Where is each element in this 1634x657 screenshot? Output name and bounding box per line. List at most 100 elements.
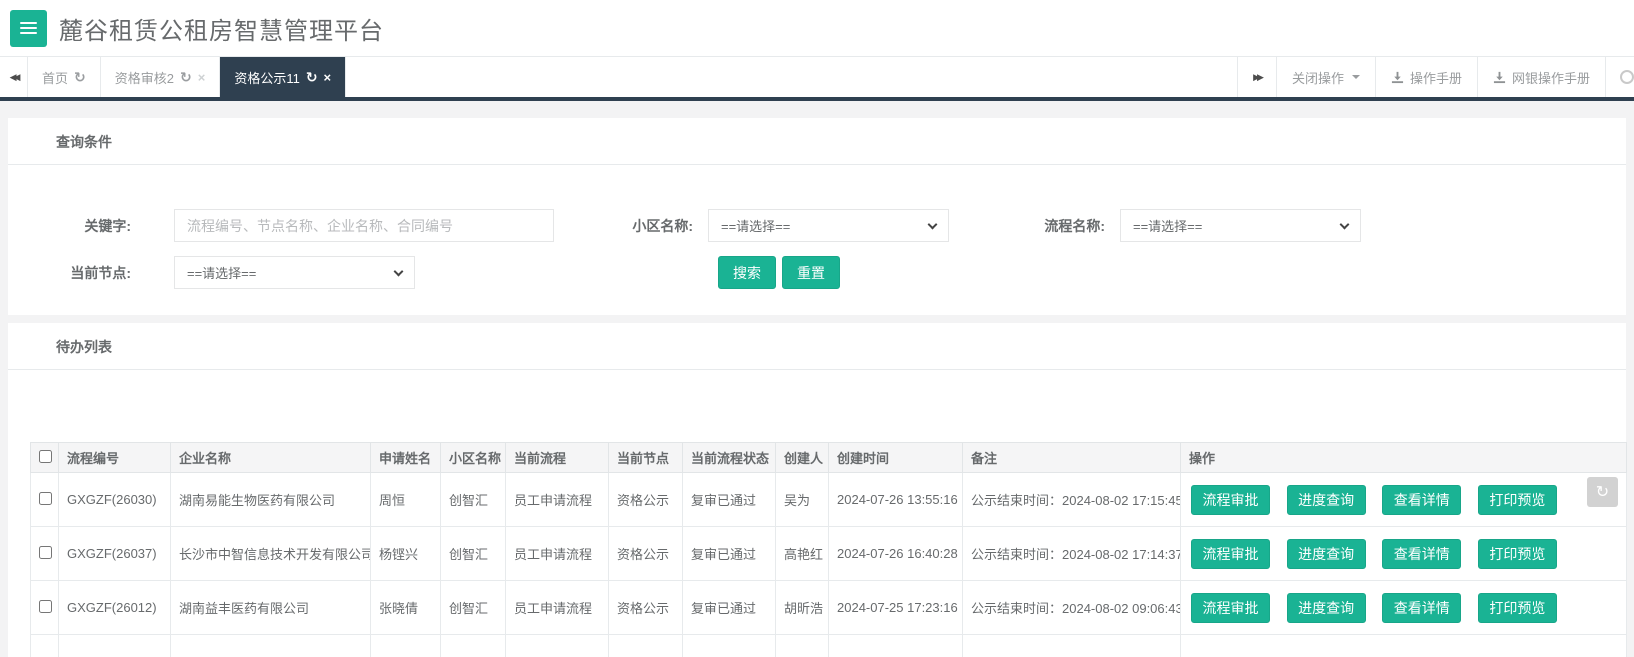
- node-select[interactable]: ==请选择==: [174, 256, 415, 289]
- tab-label: 资格公示11: [234, 70, 300, 86]
- tab-qualification-publicity[interactable]: 资格公示11 ↻ ×: [220, 57, 347, 97]
- todo-panel-title: 待办列表: [8, 323, 1626, 370]
- cell-current-flow: 员工申请流程: [505, 472, 609, 527]
- refresh-icon[interactable]: ↻: [74, 69, 86, 86]
- cell-company: 湖南益丰医药有限公司: [170, 580, 371, 635]
- progress-query-button[interactable]: 进度查询: [1286, 592, 1366, 623]
- col-actions: 操作: [1180, 442, 1627, 473]
- cell-flow-code: GXGZF(26012): [58, 580, 171, 635]
- select-all-checkbox[interactable]: [39, 449, 52, 463]
- keyword-input[interactable]: [174, 209, 554, 242]
- refresh-icon[interactable]: ↻: [180, 69, 192, 86]
- tab-bar: ◀◀ 首页 ↻ 资格审核2 ↻ × 资格公示11 ↻ × ▶▶ 关闭操作 操作手…: [0, 56, 1634, 101]
- close-icon[interactable]: ×: [198, 70, 206, 85]
- cell-flow-status: 复审已通过: [682, 526, 776, 581]
- scroll-tabs-left-button[interactable]: ◀◀: [0, 57, 28, 97]
- flow-approve-button[interactable]: 流程审批: [1191, 538, 1270, 569]
- row-checkbox[interactable]: [39, 599, 52, 613]
- progress-query-button[interactable]: 进度查询: [1286, 484, 1366, 515]
- community-select[interactable]: ==请选择==: [708, 209, 949, 242]
- cell-applicant: 杨铿兴: [370, 526, 441, 581]
- flow-approve-button[interactable]: 流程审批: [1191, 592, 1270, 623]
- tabbar-right-controls: ▶▶ 关闭操作 操作手册 网银操作手册: [1237, 57, 1634, 97]
- chevron-down-icon: [393, 266, 404, 277]
- cell-community: 创智汇: [440, 580, 506, 635]
- table-header-row: 流程编号 企业名称 申请姓名 小区名称 当前流程 当前节点 当前流程状态 创建人…: [30, 442, 1627, 473]
- cell-remark: 公示结束时间：2024-08-02 17:14:37: [962, 526, 1181, 581]
- clipped-right-control[interactable]: [1605, 57, 1634, 97]
- refresh-icon: ↻: [1595, 484, 1610, 501]
- cell-created-time: 2024-07-26 16:40:28: [828, 526, 963, 581]
- cell-creator: 吴为: [775, 472, 829, 527]
- community-label: 小区名称:: [632, 217, 693, 234]
- operation-manual-button[interactable]: 操作手册: [1374, 57, 1477, 97]
- col-creator: 创建人: [775, 442, 829, 473]
- tab-qualification-review[interactable]: 资格审核2 ↻ ×: [100, 57, 221, 97]
- close-operations-dropdown[interactable]: 关闭操作: [1275, 57, 1375, 97]
- hamburger-menu-button[interactable]: [10, 9, 47, 47]
- table-row: GXGZF(26037) 长沙市中智信息技术开发有限公司 杨铿兴 创智汇 员工申…: [30, 526, 1627, 581]
- scroll-tabs-right-button[interactable]: ▶▶: [1237, 57, 1276, 97]
- hamburger-icon: [20, 22, 37, 24]
- cell-applicant: 周恒: [370, 472, 441, 527]
- table-row: GXGZF(26012) 湖南益丰医药有限公司 张晓倩 创智汇 员工申请流程 资…: [30, 580, 1627, 635]
- cell-creator: 高艳红: [775, 526, 829, 581]
- cell-creator: 胡昕浩: [775, 580, 829, 635]
- cell-company: 湖南易能生物医药有限公司: [170, 472, 371, 527]
- reset-button[interactable]: 重置: [782, 256, 840, 289]
- cell-current-node: 资格公示: [608, 472, 683, 527]
- search-button[interactable]: 搜索: [718, 256, 776, 289]
- row-checkbox[interactable]: [39, 545, 52, 559]
- col-current-node: 当前节点: [608, 442, 683, 473]
- tab-spacer: [346, 57, 1238, 97]
- process-label: 流程名称:: [1044, 217, 1105, 234]
- print-preview-button[interactable]: 打印预览: [1477, 592, 1557, 623]
- close-icon[interactable]: ×: [324, 70, 332, 85]
- download-icon: [1391, 71, 1404, 83]
- keyword-label: 关键字:: [84, 217, 131, 234]
- cell-community: 创智汇: [440, 472, 506, 527]
- node-label: 当前节点:: [70, 264, 131, 281]
- col-applicant: 申请姓名: [370, 442, 441, 473]
- view-detail-button[interactable]: 查看详情: [1382, 592, 1462, 623]
- cell-flow-code: GXGZF(26037): [58, 526, 171, 581]
- cell-flow-status: 复审已通过: [682, 472, 776, 527]
- view-detail-button[interactable]: 查看详情: [1382, 484, 1462, 515]
- cell-created-time: 2024-07-26 13:55:16: [828, 472, 963, 527]
- table-refresh-button[interactable]: ↻: [1587, 477, 1618, 507]
- todo-body: ↻ 流程编号 企业名称 申请姓名 小区名称 当前流程 当前节点 当前流程状态 创…: [8, 442, 1627, 657]
- col-community: 小区名称: [440, 442, 506, 473]
- print-preview-button[interactable]: 打印预览: [1477, 484, 1557, 515]
- cell-remark: 公示结束时间：2024-08-02 17:15:45: [962, 472, 1181, 527]
- flow-approve-button[interactable]: 流程审批: [1191, 484, 1270, 515]
- todo-table: 流程编号 企业名称 申请姓名 小区名称 当前流程 当前节点 当前流程状态 创建人…: [30, 442, 1627, 657]
- tab-label: 资格审核2: [114, 70, 174, 86]
- chevron-down-icon: [1339, 219, 1350, 230]
- process-select[interactable]: ==请选择==: [1120, 209, 1361, 242]
- app-header: 麓谷租赁公租房智慧管理平台: [0, 0, 1634, 56]
- col-flow-code: 流程编号: [58, 442, 171, 473]
- view-detail-button[interactable]: 查看详情: [1382, 538, 1462, 569]
- progress-query-button[interactable]: 进度查询: [1286, 538, 1366, 569]
- col-created-time: 创建时间: [828, 442, 963, 473]
- caret-down-icon: [1351, 75, 1360, 79]
- refresh-icon[interactable]: ↻: [306, 69, 318, 86]
- cell-flow-code: GXGZF(26030): [58, 472, 171, 527]
- query-panel: 查询条件 关键字: 小区名称: ==请选择== 流程名称: ==请选择== 当前…: [8, 118, 1626, 315]
- tab-label: 首页: [42, 70, 69, 86]
- col-flow-status: 当前流程状态: [682, 442, 776, 473]
- table-row: GXGZF(26030) 湖南易能生物医药有限公司 周恒 创智汇 员工申请流程 …: [30, 472, 1627, 527]
- clipped-icon: [1620, 70, 1634, 84]
- col-current-flow: 当前流程: [505, 442, 609, 473]
- tab-home[interactable]: 首页 ↻: [28, 57, 101, 97]
- download-icon: [1493, 71, 1506, 83]
- chevron-down-icon: [927, 219, 938, 230]
- cell-flow-status: 复审已通过: [682, 580, 776, 635]
- print-preview-button[interactable]: 打印预览: [1477, 538, 1557, 569]
- col-company: 企业名称: [170, 442, 371, 473]
- query-form: 关键字: 小区名称: ==请选择== 流程名称: ==请选择== 当前节点: =…: [8, 165, 1626, 315]
- cell-remark: 公示结束时间：2024-08-02 09:06:43: [962, 580, 1181, 635]
- bank-manual-button[interactable]: 网银操作手册: [1476, 57, 1605, 97]
- row-checkbox[interactable]: [39, 491, 52, 505]
